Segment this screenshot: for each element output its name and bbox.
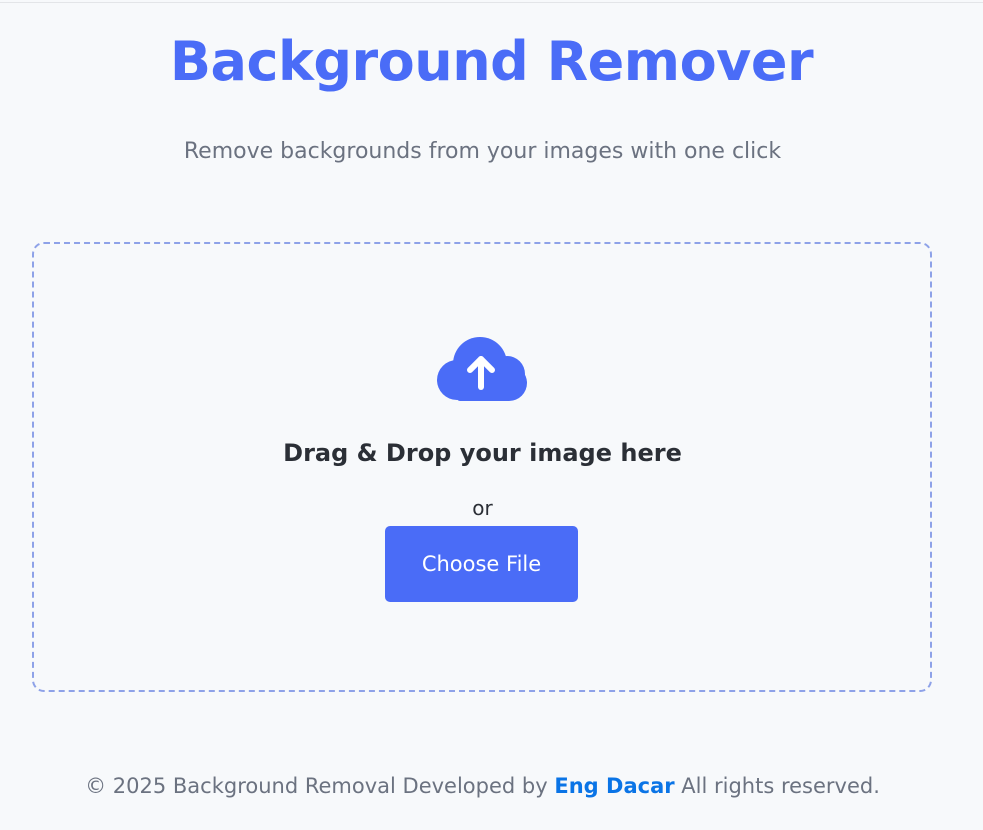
footer-rights: All rights reserved.	[681, 774, 880, 798]
page-subtitle: Remove backgrounds from your images with…	[183, 139, 782, 164]
author-link[interactable]: Eng Dacar	[554, 774, 674, 798]
drop-instruction: Drag & Drop your image here	[283, 439, 682, 467]
page-title: Background Remover	[169, 30, 814, 93]
top-divider	[0, 2, 983, 3]
footer: © 2025 Background Removal Developed by E…	[0, 771, 965, 801]
footer-text: © 2025 Background Removal Developed by	[85, 774, 548, 798]
choose-file-button[interactable]: Choose File	[385, 526, 578, 602]
or-separator: or	[472, 496, 493, 520]
cloud-upload-icon	[437, 337, 527, 401]
